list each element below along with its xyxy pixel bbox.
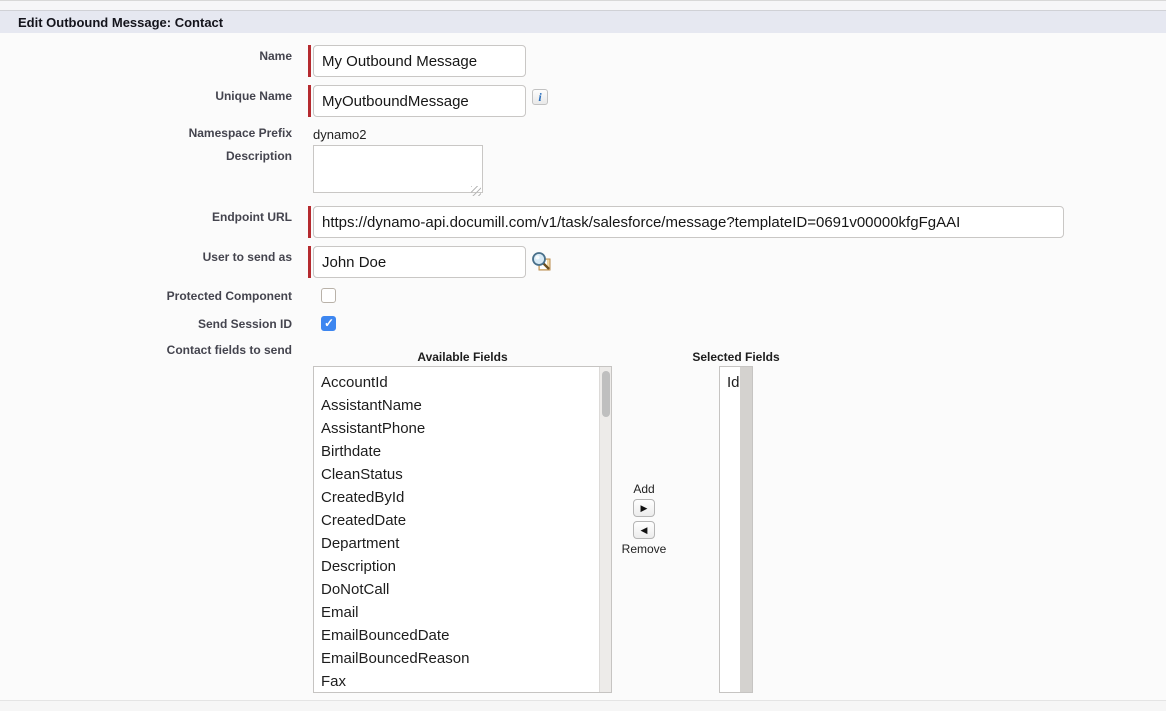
selected-fields-listbox[interactable]: Id	[719, 366, 753, 693]
user-to-send-as-input[interactable]	[313, 246, 526, 278]
add-button[interactable]: ▶	[633, 499, 655, 517]
namespace-prefix-value: dynamo2	[313, 125, 366, 142]
info-icon[interactable]: i	[532, 89, 548, 105]
browser-top-strip	[0, 0, 1166, 11]
scrollbar-thumb[interactable]	[602, 371, 610, 417]
description-textarea[interactable]	[313, 145, 483, 193]
name-row: Name	[0, 45, 1166, 77]
page-title: Edit Outbound Message: Contact	[18, 15, 223, 30]
available-fields-header: Available Fields	[417, 348, 507, 366]
protected-component-label: Protected Component	[0, 288, 292, 303]
list-item[interactable]: Department	[314, 532, 611, 555]
outbound-message-form: Name Unique Name i Namespace Prefix dyna…	[0, 33, 1166, 693]
list-item[interactable]: Description	[314, 555, 611, 578]
available-fields-listbox[interactable]: AccountIdAssistantNameAssistantPhoneBirt…	[313, 366, 612, 693]
list-item[interactable]: CreatedDate	[314, 509, 611, 532]
send-session-id-row: Send Session ID	[0, 316, 1166, 331]
add-label: Add	[633, 481, 654, 497]
contact-fields-label: Contact fields to send	[0, 342, 292, 357]
required-indicator	[308, 85, 311, 117]
send-session-id-checkbox[interactable]	[321, 316, 336, 331]
required-indicator	[308, 45, 311, 77]
list-item[interactable]: CreatedById	[314, 486, 611, 509]
section-title-bar: Edit Outbound Message: Contact	[0, 11, 1166, 33]
dual-listbox: Available Fields AccountIdAssistantNameA…	[313, 342, 781, 693]
unique-name-row: Unique Name i	[0, 85, 1166, 117]
selected-fields-header: Selected Fields	[692, 348, 779, 366]
selected-fields-column: Selected Fields Id	[691, 342, 781, 693]
description-label: Description	[0, 145, 292, 163]
description-row: Description	[0, 145, 1166, 198]
protected-component-row: Protected Component	[0, 288, 1166, 303]
endpoint-url-input[interactable]	[313, 206, 1064, 238]
protected-component-checkbox[interactable]	[321, 288, 336, 303]
unique-name-input[interactable]	[313, 85, 526, 117]
user-to-send-as-row: User to send as	[0, 246, 1166, 278]
list-item[interactable]: EmailBouncedDate	[314, 624, 611, 647]
send-session-id-label: Send Session ID	[0, 316, 292, 331]
list-item[interactable]: Email	[314, 601, 611, 624]
namespace-prefix-row: Namespace Prefix dynamo2	[0, 125, 1166, 145]
remove-label: Remove	[622, 541, 667, 557]
user-to-send-as-label: User to send as	[0, 246, 292, 264]
required-indicator	[308, 206, 311, 238]
move-buttons-column: Add ▶ ◀ Remove	[612, 342, 676, 557]
list-item[interactable]: AssistantName	[314, 394, 611, 417]
page-bottom-divider	[0, 700, 1166, 711]
endpoint-url-label: Endpoint URL	[0, 206, 292, 224]
scrollbar-track[interactable]	[740, 367, 752, 692]
name-input[interactable]	[313, 45, 526, 77]
contact-fields-row: Contact fields to send Available Fields …	[0, 342, 1166, 693]
list-item[interactable]: EmailBouncedReason	[314, 647, 611, 670]
remove-button[interactable]: ◀	[633, 521, 655, 539]
scrollbar-track[interactable]	[599, 367, 611, 692]
list-item[interactable]: AccountId	[314, 371, 611, 394]
list-item[interactable]: Fax	[314, 670, 611, 693]
available-fields-column: Available Fields AccountIdAssistantNameA…	[313, 342, 612, 693]
required-indicator	[308, 246, 311, 278]
namespace-prefix-label: Namespace Prefix	[0, 125, 292, 140]
available-fields-items: AccountIdAssistantNameAssistantPhoneBirt…	[314, 367, 611, 693]
name-label: Name	[0, 45, 292, 63]
list-item[interactable]: CleanStatus	[314, 463, 611, 486]
list-item[interactable]: DoNotCall	[314, 578, 611, 601]
list-item[interactable]: AssistantPhone	[314, 417, 611, 440]
list-item[interactable]: Birthdate	[314, 440, 611, 463]
lookup-icon[interactable]	[531, 251, 552, 272]
description-resize-handle	[313, 145, 483, 198]
unique-name-label: Unique Name	[0, 85, 292, 103]
endpoint-url-row: Endpoint URL	[0, 206, 1166, 238]
